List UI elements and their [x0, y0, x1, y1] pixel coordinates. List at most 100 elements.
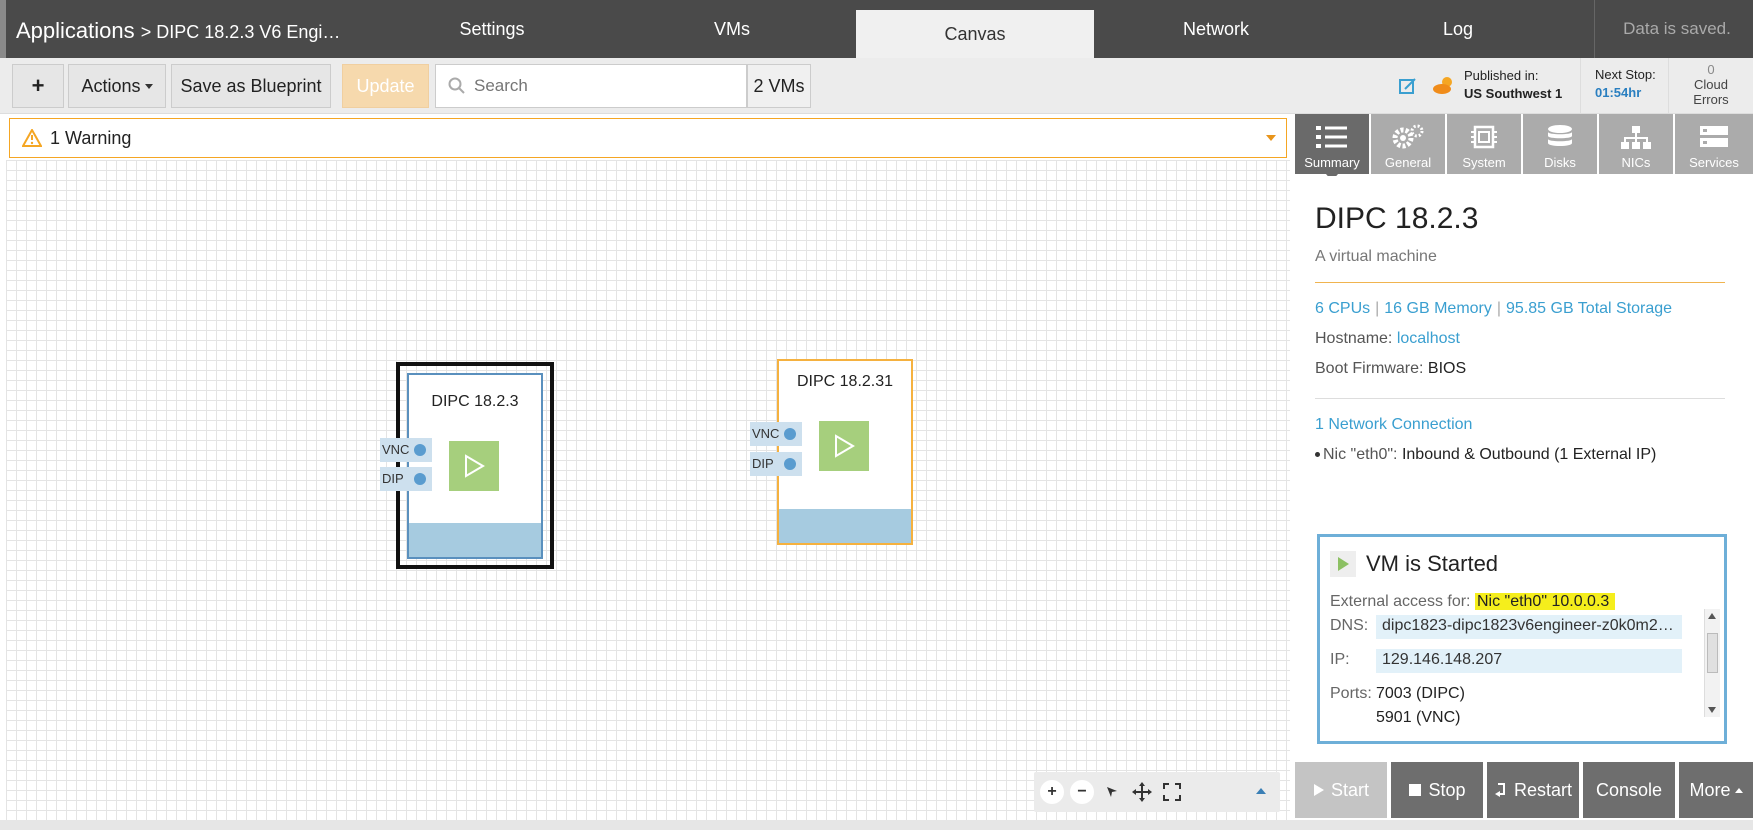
boot-firmware-row: Boot Firmware: BIOS — [1315, 360, 1466, 378]
scrollbar[interactable] — [1704, 609, 1720, 717]
cloud-errors-count: 0 — [1707, 62, 1715, 77]
stop-icon — [1409, 784, 1422, 796]
caret-up-icon — [1734, 787, 1743, 793]
add-button[interactable]: + — [12, 64, 64, 108]
warning-bar[interactable]: 1 Warning — [9, 118, 1287, 158]
tab-log[interactable]: Log — [1352, 0, 1564, 58]
cloud-errors-button[interactable]: 0 Cloud Errors — [1668, 58, 1753, 114]
network-tree-icon — [1621, 126, 1651, 149]
cloud-errors-label-line1: Cloud — [1694, 77, 1728, 92]
caret-down-icon[interactable] — [1266, 135, 1276, 141]
actions-dropdown[interactable]: Actions — [68, 64, 166, 108]
update-button[interactable]: Update — [342, 64, 429, 108]
vm-resources: 6 CPUs | 16 GB Memory | 95.85 GB Total Stora… — [1315, 300, 1673, 317]
detail-tabs: Summary General System Disks NICs Servic… — [1295, 114, 1753, 181]
more-label: More — [1689, 779, 1731, 800]
canvas-area[interactable]: DIPC 18.2.3 VNC DIP DIPC 18.2.31 VNC DIP — [6, 160, 1290, 820]
port-label: VNC — [382, 442, 410, 457]
vm-node-footer — [409, 523, 541, 557]
dns-value[interactable]: dipc1823-dipc1823v6engineer-z0k0m2… — [1376, 615, 1682, 639]
app-window: Applications > DIPC 18.2.3 V6 Engi… Sett… — [0, 0, 1753, 830]
ip-value[interactable]: 129.146.148.207 — [1376, 649, 1682, 673]
tab-label: System — [1462, 155, 1506, 170]
dns-label: DNS: — [1330, 617, 1369, 634]
zoom-in-icon[interactable]: + — [1040, 780, 1064, 804]
restart-button[interactable]: Restart — [1487, 762, 1579, 818]
tab-system[interactable]: System — [1447, 114, 1521, 174]
tab-label: General — [1384, 155, 1432, 170]
window-bottom-edge — [0, 820, 1753, 830]
caret-down-icon — [144, 83, 153, 89]
port-dot-icon — [414, 473, 426, 485]
port-label: DIP — [382, 471, 404, 486]
scroll-up-icon[interactable] — [1708, 613, 1716, 619]
play-icon — [1330, 551, 1356, 577]
search-icon — [448, 77, 465, 94]
play-icon[interactable] — [449, 441, 499, 491]
cpus-link[interactable]: 6 CPUs — [1315, 300, 1370, 317]
save-as-blueprint-button[interactable]: Save as Blueprint — [171, 64, 331, 108]
vm-port-vnc[interactable]: VNC — [380, 438, 432, 462]
search-input[interactable] — [474, 76, 724, 96]
top-navigation-bar: Applications > DIPC 18.2.3 V6 Engi… Sett… — [0, 0, 1753, 58]
cpu-chip-icon — [1471, 125, 1497, 149]
nic-name: Nic "eth0": — [1323, 446, 1398, 463]
tab-settings[interactable]: Settings — [386, 0, 598, 58]
memory-link[interactable]: 16 GB Memory — [1384, 300, 1492, 317]
ports-label: Ports: — [1330, 685, 1372, 702]
tab-label: NICs — [1621, 155, 1651, 170]
next-stop-time[interactable]: 01:54hr — [1595, 84, 1666, 102]
gears-icon — [1392, 124, 1424, 149]
more-button[interactable]: More — [1679, 762, 1753, 818]
next-stop-info: Next Stop: 01:54hr — [1580, 58, 1666, 114]
tab-network[interactable]: Network — [1110, 0, 1322, 58]
vm-port-vnc[interactable]: VNC — [750, 422, 802, 446]
network-connections-link[interactable]: 1 Network Connection — [1315, 416, 1472, 433]
tab-disks[interactable]: Disks — [1523, 114, 1597, 174]
vm-count: 2 VMs — [747, 64, 811, 108]
app-name-link[interactable]: Applications — [16, 18, 135, 43]
external-access-label: External access for: — [1330, 593, 1471, 610]
play-icon[interactable] — [819, 421, 869, 471]
warning-icon — [22, 129, 42, 147]
hostname-value[interactable]: localhost — [1397, 330, 1460, 347]
ip-label: IP: — [1330, 651, 1350, 668]
tab-services[interactable]: Services — [1675, 114, 1753, 174]
tab-general[interactable]: General — [1371, 114, 1445, 174]
console-button[interactable]: Console — [1583, 762, 1675, 818]
page-title: Applications > DIPC 18.2.3 V6 Engi… — [16, 18, 340, 44]
boot-value: BIOS — [1427, 360, 1467, 377]
port-dot-icon — [784, 458, 796, 470]
port-label: VNC — [752, 426, 780, 441]
warning-text: 1 Warning — [50, 127, 132, 148]
tab-nics[interactable]: NICs — [1599, 114, 1673, 174]
select-pointer-icon[interactable] — [1100, 780, 1124, 804]
zoom-out-icon[interactable]: − — [1070, 780, 1094, 804]
restart-icon — [1494, 783, 1505, 797]
vm-port-dip[interactable]: DIP — [380, 467, 432, 491]
tab-canvas[interactable]: Canvas — [856, 10, 1094, 58]
fit-screen-icon[interactable] — [1160, 780, 1184, 804]
stop-button[interactable]: Stop — [1391, 762, 1483, 818]
vm-node[interactable]: DIPC 18.2.3 — [407, 373, 543, 559]
hostname-row: Hostname: localhost — [1315, 330, 1460, 348]
pan-move-icon[interactable] — [1130, 780, 1154, 804]
published-label: Published in: — [1464, 68, 1539, 83]
port-item: 7003 (DIPC) — [1376, 685, 1465, 702]
collapse-up-icon[interactable] — [1256, 788, 1266, 794]
tab-summary[interactable]: Summary — [1295, 114, 1369, 181]
scroll-thumb[interactable] — [1707, 633, 1718, 673]
published-region: US Southwest 1 — [1464, 86, 1563, 101]
storage-link[interactable]: 95.85 GB Total Storage — [1506, 300, 1672, 317]
actions-label: Actions — [81, 75, 141, 96]
start-button[interactable]: Start — [1295, 762, 1387, 818]
cloud-sun-icon — [1433, 77, 1452, 94]
port-dot-icon — [784, 428, 796, 440]
edit-note-icon[interactable] — [1398, 76, 1418, 96]
tab-vms[interactable]: VMs — [626, 0, 838, 58]
port-label: DIP — [752, 456, 774, 471]
scroll-down-icon[interactable] — [1708, 707, 1716, 713]
boot-label: Boot Firmware: — [1315, 360, 1424, 377]
zoom-toolbar: + − — [1034, 772, 1280, 812]
vm-port-dip[interactable]: DIP — [750, 452, 802, 476]
